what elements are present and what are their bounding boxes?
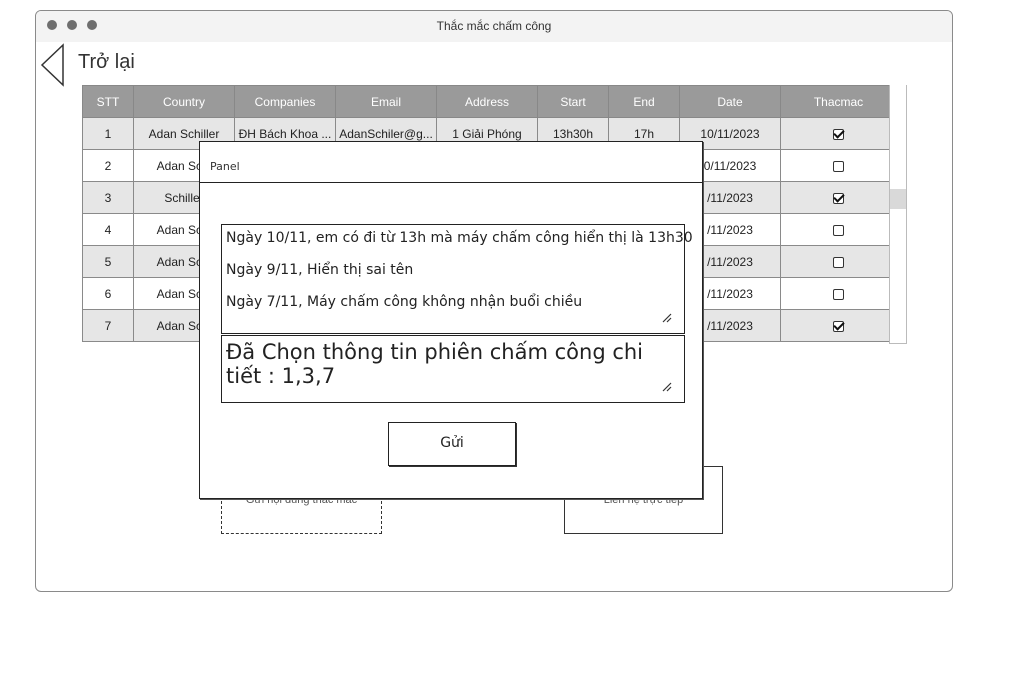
submit-button[interactable]: Gửi	[388, 422, 516, 466]
column-header-date[interactable]: Date	[679, 85, 781, 118]
thacmac-checkbox[interactable]	[833, 192, 844, 204]
resize-handle-icon[interactable]	[662, 382, 672, 392]
cell-stt: 1	[82, 117, 134, 150]
question-line-1: Ngày 10/11, em có đi từ 13h mà máy chấm …	[226, 230, 693, 246]
thacmac-checkbox[interactable]	[833, 256, 844, 268]
table-scrollbar[interactable]	[889, 85, 907, 344]
thacmac-checkbox[interactable]	[833, 128, 844, 140]
column-header-address[interactable]: Address	[436, 85, 538, 118]
column-header-country[interactable]: Country	[133, 85, 235, 118]
question-textarea[interactable]: Ngày 10/11, em có đi từ 13h mà máy chấm …	[221, 224, 693, 334]
cell-stt: 4	[82, 213, 134, 246]
cell-thacmac	[780, 117, 897, 150]
cell-stt: 6	[82, 277, 134, 310]
cell-thacmac	[780, 149, 897, 182]
cell-thacmac	[780, 245, 897, 278]
column-header-companies[interactable]: Companies	[234, 85, 336, 118]
scrollbar-thumb[interactable]	[890, 189, 906, 209]
panel-title: Panel	[210, 160, 240, 173]
cell-thacmac	[780, 277, 897, 310]
column-header-end[interactable]: End	[608, 85, 680, 118]
column-header-start[interactable]: Start	[537, 85, 609, 118]
selected-info-textarea[interactable]: Đã Chọn thông tin phiên chấm công chi ti…	[221, 335, 685, 403]
column-header-stt[interactable]: STT	[82, 85, 134, 118]
cell-stt: 3	[82, 181, 134, 214]
cell-thacmac	[780, 213, 897, 246]
question-panel: Panel Ngày 10/11, em có đi từ 13h mà máy…	[199, 141, 703, 499]
thacmac-checkbox[interactable]	[833, 224, 844, 236]
cell-stt: 7	[82, 309, 134, 342]
table-header-row: STT Country Companies Email Address Star…	[82, 85, 897, 118]
cell-stt: 5	[82, 245, 134, 278]
submit-button-label: Gửi	[440, 435, 464, 451]
cell-thacmac	[780, 181, 897, 214]
cell-stt: 2	[82, 149, 134, 182]
resize-handle-icon[interactable]	[662, 313, 672, 323]
cell-thacmac	[780, 309, 897, 342]
back-arrow-icon	[40, 43, 64, 87]
thacmac-checkbox[interactable]	[833, 160, 844, 172]
title-bar: Thắc mắc chấm công	[36, 11, 952, 42]
thacmac-checkbox[interactable]	[833, 320, 844, 332]
selected-info-text: Đã Chọn thông tin phiên chấm công chi ti…	[226, 340, 644, 388]
question-line-3: Ngày 7/11, Máy chấm công không nhận buổi…	[226, 294, 583, 310]
window-title: Thắc mắc chấm công	[436, 19, 552, 33]
back-label: Trở lại	[78, 51, 135, 73]
column-header-email[interactable]: Email	[335, 85, 437, 118]
column-header-thacmac[interactable]: Thacmac	[780, 85, 897, 118]
panel-header: Panel	[200, 142, 702, 183]
back-button[interactable]: Trở lại	[40, 43, 170, 87]
question-line-2: Ngày 9/11, Hiển thị sai tên	[226, 262, 414, 278]
thacmac-checkbox[interactable]	[833, 288, 844, 300]
